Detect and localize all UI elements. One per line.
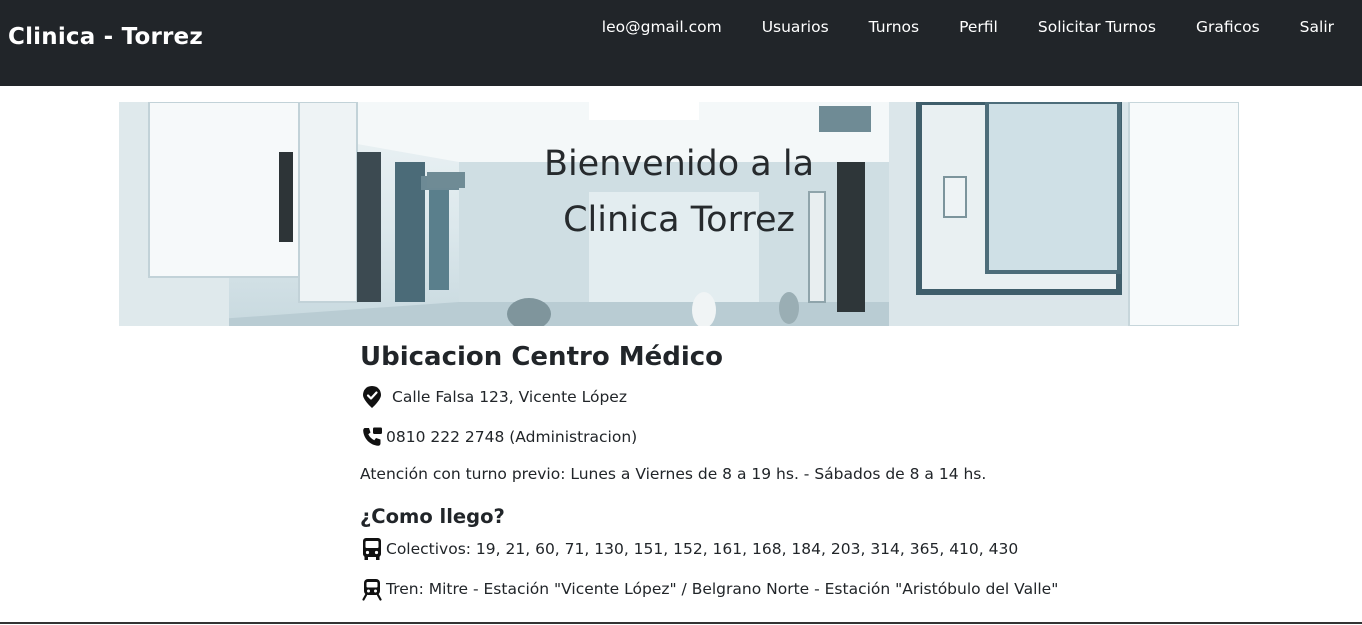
page-bottom-divider bbox=[0, 622, 1362, 624]
phone-text: 0810 222 2748 (Administracion) bbox=[386, 428, 638, 446]
bus-text: Colectivos: 19, 21, 60, 71, 130, 151, 15… bbox=[386, 540, 1019, 558]
how-to-get-heading: ¿Como llego? bbox=[360, 505, 505, 528]
phone-icon bbox=[360, 425, 384, 449]
navbar: Clinica - Torrez leo@gmail.com Usuarios … bbox=[0, 0, 1362, 86]
nav-link-salir[interactable]: Salir bbox=[1280, 18, 1362, 36]
hero-title-line-2: Clinica Torrez bbox=[563, 200, 795, 240]
hours-row: Atención con turno previo: Lunes a Viern… bbox=[360, 465, 986, 483]
map-pin-icon bbox=[360, 385, 384, 409]
nav-links: leo@gmail.com Usuarios Turnos Perfil Sol… bbox=[582, 16, 1362, 38]
nav-link-usuarios[interactable]: Usuarios bbox=[742, 18, 849, 36]
location-heading: Ubicacion Centro Médico bbox=[360, 342, 724, 372]
hours-text: Atención con turno previo: Lunes a Viern… bbox=[360, 465, 987, 483]
bus-row: Colectivos: 19, 21, 60, 71, 130, 151, 15… bbox=[360, 537, 1018, 561]
hero-title: Bienvenido a la Clinica Torrez bbox=[119, 136, 1239, 248]
hero-banner: Bienvenido a la Clinica Torrez bbox=[119, 102, 1239, 326]
nav-link-user-email[interactable]: leo@gmail.com bbox=[582, 18, 742, 36]
nav-link-solicitar-turnos[interactable]: Solicitar Turnos bbox=[1018, 18, 1176, 36]
phone-row: 0810 222 2748 (Administracion) bbox=[360, 425, 637, 449]
nav-link-perfil[interactable]: Perfil bbox=[939, 18, 1018, 36]
nav-link-graficos[interactable]: Graficos bbox=[1176, 18, 1280, 36]
address-row: Calle Falsa 123, Vicente López bbox=[360, 385, 627, 409]
address-text: Calle Falsa 123, Vicente López bbox=[392, 388, 627, 406]
hero-title-line-1: Bienvenido a la bbox=[543, 144, 815, 184]
train-row: Tren: Mitre - Estación "Vicente López" /… bbox=[360, 577, 1058, 601]
brand-logo-text[interactable]: Clinica - Torrez bbox=[8, 24, 203, 50]
bus-icon bbox=[360, 537, 384, 561]
train-icon bbox=[360, 577, 384, 601]
nav-link-turnos[interactable]: Turnos bbox=[849, 18, 939, 36]
train-text: Tren: Mitre - Estación "Vicente López" /… bbox=[386, 580, 1059, 598]
